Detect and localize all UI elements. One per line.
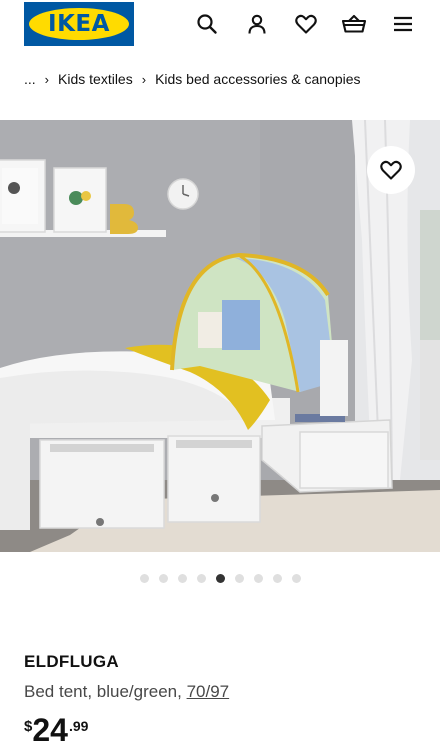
chevron-right-icon: › [44,71,50,87]
breadcrumb-item-kids-textiles[interactable]: Kids textiles [58,71,133,87]
logo-oval: IKEA [29,8,129,40]
logo-text: IKEA [48,10,110,37]
heart-icon[interactable] [292,10,320,38]
profile-icon[interactable] [243,10,271,38]
carousel-dot[interactable] [272,574,282,583]
carousel-dot[interactable] [234,574,244,583]
carousel-dot[interactable] [158,574,168,583]
price-integer: 24 [32,712,68,748]
chevron-right-icon: › [141,71,147,87]
carousel-dot[interactable] [196,574,206,583]
top-header: IKEA [0,0,440,56]
product-price: $ 24 .99 [24,712,88,748]
price-currency: $ [24,718,33,735]
basket-icon[interactable] [340,10,368,38]
menu-icon[interactable] [389,10,417,38]
heart-icon [379,159,403,181]
carousel-dot[interactable] [139,574,149,583]
product-type: Bed tent, blue/green, [24,682,182,701]
search-icon[interactable] [193,10,221,38]
carousel-dot[interactable] [253,574,263,583]
breadcrumb-item-kids-bed-accessories[interactable]: Kids bed accessories & canopies [155,71,360,87]
product-description: Bed tent, blue/green, 70/97 [24,682,229,702]
breadcrumb-ellipsis[interactable]: ... [24,71,36,87]
product-name: ELDFLUGA [24,652,119,671]
price-decimal: .99 [68,718,89,734]
carousel-dots [0,574,440,586]
carousel-dot[interactable] [177,574,187,583]
product-image[interactable] [0,120,440,552]
product-size-link[interactable]: 70/97 [187,682,230,701]
breadcrumb: ... › Kids textiles › Kids bed accessori… [24,69,361,89]
favorite-button[interactable] [367,146,415,194]
carousel-dot[interactable] [291,574,301,583]
carousel-dot[interactable] [215,574,225,583]
ikea-logo[interactable]: IKEA [24,2,134,46]
